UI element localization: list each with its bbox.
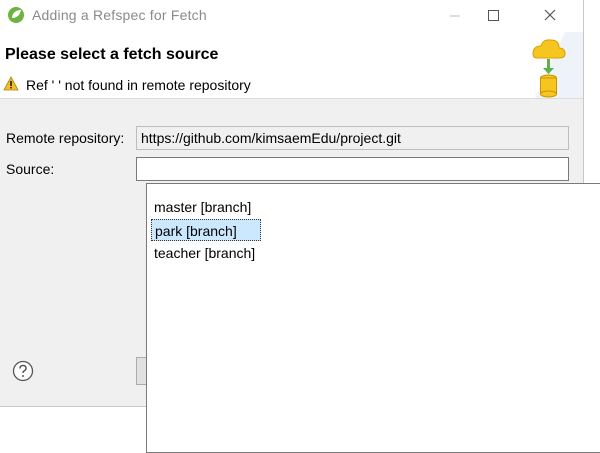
- wizard-header: Please select a fetch source Ref ' ' not…: [0, 32, 583, 99]
- remote-repository-field: https://github.com/kimsaemEdu/project.gi…: [136, 126, 569, 150]
- dropdown-item-park[interactable]: park [branch]: [151, 219, 261, 241]
- source-dropdown-list[interactable]: master [branch] park [branch] teacher [b…: [146, 183, 600, 453]
- warning-icon: [3, 76, 19, 91]
- maximize-button[interactable]: [470, 0, 516, 32]
- maximize-icon: [488, 10, 499, 21]
- help-icon[interactable]: [12, 360, 34, 382]
- title-bar[interactable]: Adding a Refspec for Fetch: [0, 0, 583, 32]
- fetch-wizard-icon: [505, 32, 583, 98]
- dropdown-item-master[interactable]: master [branch]: [151, 196, 254, 218]
- window-title: Adding a Refspec for Fetch: [32, 7, 207, 23]
- source-label: Source:: [6, 161, 55, 177]
- dropdown-item-teacher[interactable]: teacher [branch]: [151, 242, 258, 264]
- warning-message: Ref ' ' not found in remote repository: [26, 77, 251, 93]
- close-button[interactable]: [527, 0, 573, 32]
- close-icon: [544, 9, 556, 21]
- source-input[interactable]: [136, 157, 569, 181]
- spring-leaf-icon: [8, 7, 24, 23]
- page-title: Please select a fetch source: [5, 46, 219, 63]
- remote-repository-label: Remote repository:: [6, 130, 125, 146]
